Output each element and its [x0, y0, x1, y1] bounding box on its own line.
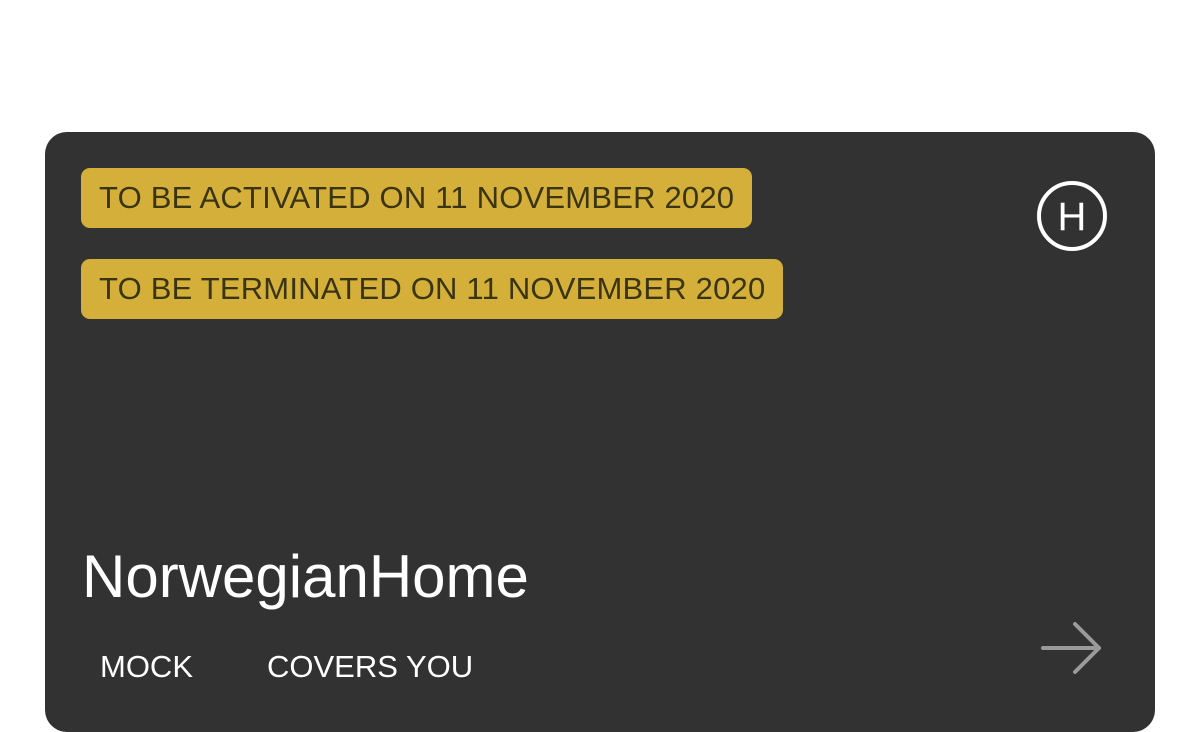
- insurance-card[interactable]: TO BE ACTIVATED ON 11 NOVEMBER 2020 TO B…: [45, 132, 1155, 732]
- tag-covers-you: COVERS YOU: [267, 649, 474, 684]
- activation-status-badge: TO BE ACTIVATED ON 11 NOVEMBER 2020: [81, 168, 753, 228]
- h-circle-icon: H: [1037, 181, 1107, 251]
- card-title: NorwegianHome: [82, 543, 529, 610]
- arrow-right-icon[interactable]: [1041, 620, 1105, 680]
- logo-letter: H: [1058, 195, 1087, 239]
- tag-mock: MOCK: [100, 649, 193, 684]
- termination-status-badge: TO BE TERMINATED ON 11 NOVEMBER 2020: [81, 259, 784, 319]
